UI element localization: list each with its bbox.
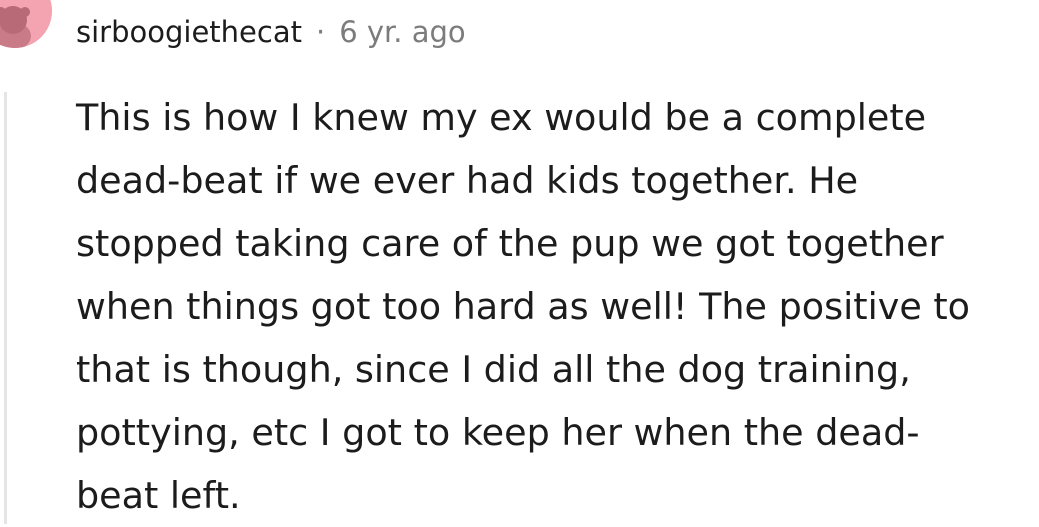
username-link[interactable]: sirboogiethecat [76,15,302,49]
comment: sirboogiethecat · 6 yr. ago This is how … [0,0,1039,524]
comment-body-line: dead-beat if we ever had kids together. … [76,159,859,202]
comment-body-line: stopped taking care of the pup we got to… [76,222,944,265]
comment-body-line: pottying, etc I got to keep her when the… [76,411,920,454]
meta-separator: · [315,15,326,49]
comment-timestamp[interactable]: 6 yr. ago [339,15,465,49]
comment-body-line: beat left. [76,474,241,517]
comment-body-line: that is though, since I did all the dog … [76,348,911,391]
user-avatar[interactable] [0,0,52,48]
snoo-avatar-icon [0,0,52,48]
comment-body-line: This is how I knew my ex would be a comp… [76,96,927,139]
comment-body-line: when things got too hard as well! The po… [76,285,971,328]
comment-header: sirboogiethecat · 6 yr. ago [76,12,466,52]
thread-collapse-line[interactable] [4,92,7,524]
comment-body: This is how I knew my ex would be a comp… [76,86,1026,527]
